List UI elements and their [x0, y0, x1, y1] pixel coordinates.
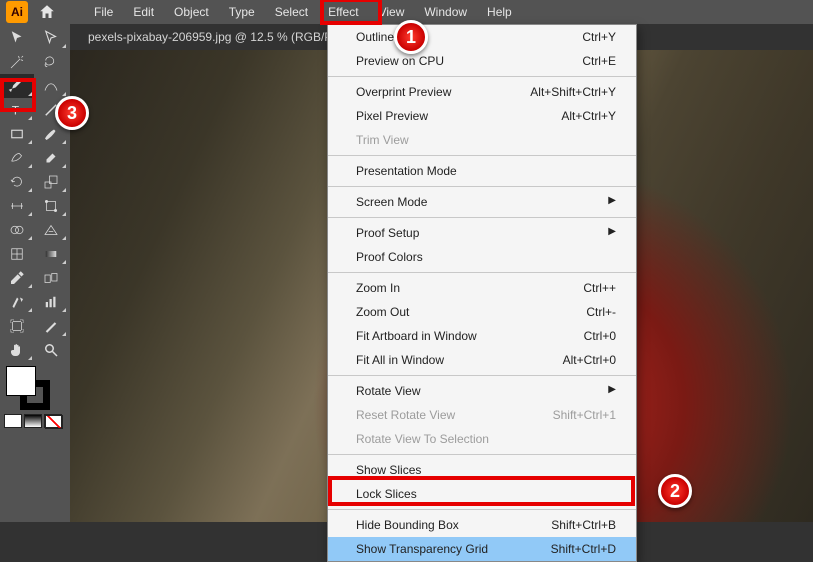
- menu-separator: [328, 217, 636, 218]
- chevron-right-icon: ▶: [608, 384, 616, 398]
- menu-separator: [328, 76, 636, 77]
- selection-tool[interactable]: [0, 26, 34, 50]
- menu-file[interactable]: File: [84, 1, 123, 23]
- gradient-mode-icon[interactable]: [24, 414, 42, 428]
- tools-panel: T: [0, 24, 70, 522]
- rectangle-tool[interactable]: [0, 122, 34, 146]
- menu-hide-bounding-box[interactable]: Hide Bounding BoxShift+Ctrl+B: [328, 513, 636, 537]
- menu-pixel-preview[interactable]: Pixel PreviewAlt+Ctrl+Y: [328, 104, 636, 128]
- menu-object[interactable]: Object: [164, 1, 219, 23]
- width-tool[interactable]: [0, 194, 34, 218]
- main-menu: File Edit Object Type Select Effect View…: [84, 1, 522, 23]
- view-dropdown-menu: OutlineCtrl+Y Preview on CPUCtrl+E Overp…: [327, 24, 637, 562]
- direct-selection-tool[interactable]: [34, 26, 68, 50]
- chevron-right-icon: ▶: [608, 195, 616, 209]
- menu-screen-mode[interactable]: Screen Mode▶: [328, 190, 636, 214]
- menu-separator: [328, 272, 636, 273]
- menu-outline[interactable]: OutlineCtrl+Y: [328, 25, 636, 49]
- menu-rotate-view[interactable]: Rotate View▶: [328, 379, 636, 403]
- menu-reset-rotate-view: Reset Rotate ViewShift+Ctrl+1: [328, 403, 636, 427]
- menu-help[interactable]: Help: [477, 1, 522, 23]
- shape-builder-tool[interactable]: [0, 218, 34, 242]
- pen-tool[interactable]: [0, 74, 34, 98]
- menu-edit[interactable]: Edit: [123, 1, 164, 23]
- symbol-sprayer-tool[interactable]: [0, 290, 34, 314]
- eyedropper-tool[interactable]: [0, 266, 34, 290]
- menu-fit-artboard[interactable]: Fit Artboard in WindowCtrl+0: [328, 324, 636, 348]
- free-transform-tool[interactable]: [34, 194, 68, 218]
- menu-show-transparency-grid[interactable]: Show Transparency GridShift+Ctrl+D: [328, 537, 636, 561]
- annotation-callout-1: 1: [394, 20, 428, 54]
- curvature-pen-tool[interactable]: [34, 74, 68, 98]
- menu-presentation-mode[interactable]: Presentation Mode: [328, 159, 636, 183]
- svg-text:T: T: [12, 104, 20, 118]
- type-tool[interactable]: T: [0, 98, 34, 122]
- app-logo-icon: Ai: [6, 1, 28, 23]
- menu-lock-slices[interactable]: Lock Slices: [328, 482, 636, 506]
- menu-separator: [328, 509, 636, 510]
- chevron-right-icon: ▶: [608, 226, 616, 240]
- menu-window[interactable]: Window: [414, 1, 477, 23]
- column-graph-tool[interactable]: [34, 290, 68, 314]
- scale-tool[interactable]: [34, 170, 68, 194]
- annotation-callout-3: 3: [55, 96, 89, 130]
- menu-separator: [328, 186, 636, 187]
- hand-tool[interactable]: [0, 338, 34, 362]
- menu-type[interactable]: Type: [219, 1, 265, 23]
- menu-overprint-preview[interactable]: Overprint PreviewAlt+Shift+Ctrl+Y: [328, 80, 636, 104]
- rotate-tool[interactable]: [0, 170, 34, 194]
- lasso-tool[interactable]: [34, 50, 68, 74]
- menu-separator: [328, 375, 636, 376]
- menu-zoom-in[interactable]: Zoom InCtrl++: [328, 276, 636, 300]
- color-mode-icon[interactable]: [4, 414, 22, 428]
- mesh-tool[interactable]: [0, 242, 34, 266]
- menu-trim-view: Trim View: [328, 128, 636, 152]
- magic-wand-tool[interactable]: [0, 50, 34, 74]
- zoom-tool[interactable]: [34, 338, 68, 362]
- perspective-grid-tool[interactable]: [34, 218, 68, 242]
- menu-separator: [328, 155, 636, 156]
- shaper-tool[interactable]: [0, 146, 34, 170]
- annotation-callout-2: 2: [658, 474, 692, 508]
- menu-zoom-out[interactable]: Zoom OutCtrl+-: [328, 300, 636, 324]
- menu-proof-setup[interactable]: Proof Setup▶: [328, 221, 636, 245]
- none-mode-icon[interactable]: [44, 414, 62, 428]
- eraser-tool[interactable]: [34, 146, 68, 170]
- menu-separator: [328, 454, 636, 455]
- fill-stroke-swatches[interactable]: [0, 362, 68, 432]
- menu-rotate-to-selection: Rotate View To Selection: [328, 427, 636, 451]
- artboard-tool[interactable]: [0, 314, 34, 338]
- blend-tool[interactable]: [34, 266, 68, 290]
- menu-show-slices[interactable]: Show Slices: [328, 458, 636, 482]
- menu-effect[interactable]: Effect: [318, 1, 368, 23]
- menu-fit-all[interactable]: Fit All in WindowAlt+Ctrl+0: [328, 348, 636, 372]
- gradient-tool[interactable]: [34, 242, 68, 266]
- menu-preview-on-cpu[interactable]: Preview on CPUCtrl+E: [328, 49, 636, 73]
- menu-select[interactable]: Select: [265, 1, 318, 23]
- menu-proof-colors[interactable]: Proof Colors: [328, 245, 636, 269]
- home-icon[interactable]: [38, 3, 56, 21]
- slice-tool[interactable]: [34, 314, 68, 338]
- fill-swatch[interactable]: [6, 366, 36, 396]
